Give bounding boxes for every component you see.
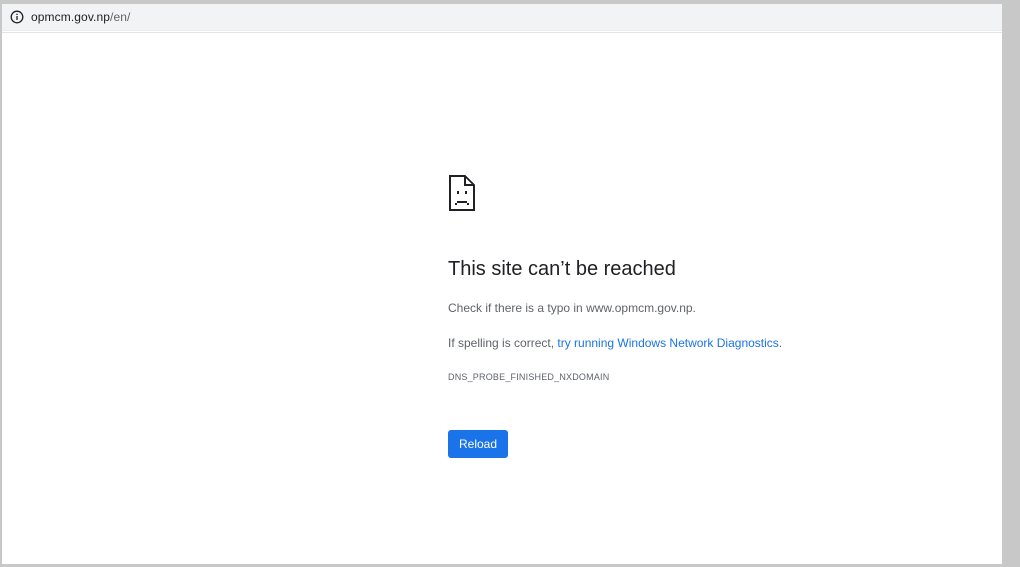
reload-button[interactable]: Reload: [448, 430, 508, 458]
error-title: This site can’t be reached: [448, 258, 676, 280]
info-icon[interactable]: [10, 10, 24, 24]
typo-hint: Check if there is a typo in www.opmcm.go…: [448, 301, 696, 315]
url-host: opmcm.gov.np: [31, 10, 111, 24]
address-bar[interactable]: opmcm.gov.np/en/: [2, 4, 1002, 31]
diagnostics-suffix: .: [778, 336, 783, 350]
url-text[interactable]: opmcm.gov.np/en/: [31, 10, 130, 24]
diagnostics-hint: If spelling is correct, try running Wind…: [448, 336, 782, 350]
error-content: This site can’t be reached Check if ther…: [448, 174, 968, 458]
toolbar-divider: [2, 32, 1002, 33]
error-code: DNS_PROBE_FINISHED_NXDOMAIN: [448, 372, 610, 382]
sad-page-icon: [449, 175, 475, 211]
diagnostics-prefix: If spelling is correct,: [448, 336, 558, 350]
network-diagnostics-link[interactable]: try running Windows Network Diagnostics: [557, 336, 778, 350]
url-path: /en/: [110, 10, 131, 24]
browser-window: opmcm.gov.np/en/ This site can’t be reac…: [2, 4, 1002, 564]
